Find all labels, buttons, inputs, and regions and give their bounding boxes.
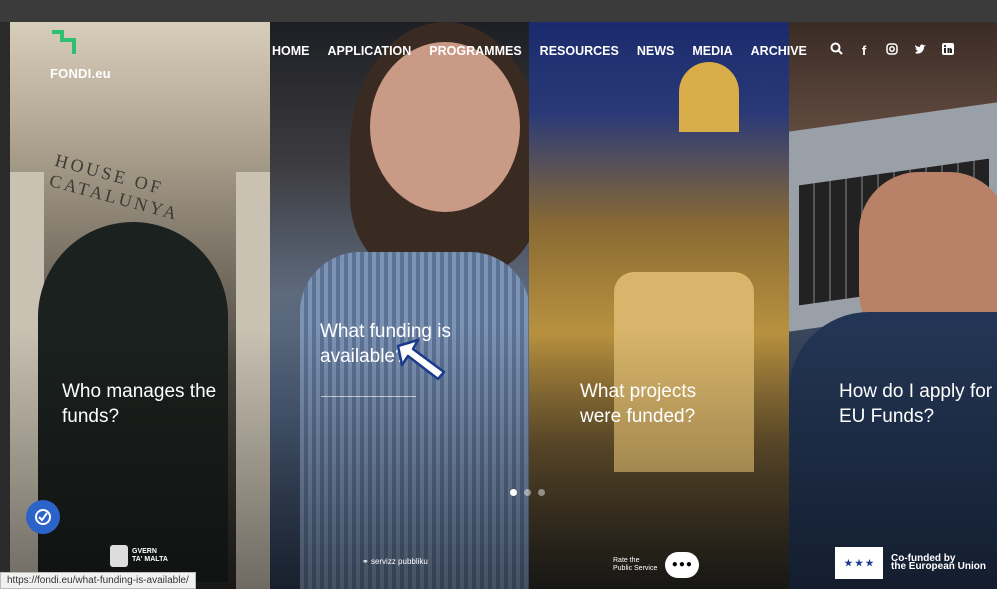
rate-dots-icon: ●●● <box>665 552 700 578</box>
church-dome <box>679 62 739 132</box>
servizz-icon: ⚭ <box>362 557 369 566</box>
nav-resources[interactable]: RESOURCES <box>540 44 619 58</box>
nav-programmes[interactable]: PROGRAMMES <box>429 44 521 58</box>
eu-flag-icon: ★ ★ ★ <box>835 547 883 579</box>
nav-home[interactable]: HOME <box>272 44 310 58</box>
mouse-cursor-icon <box>396 338 446 381</box>
caption-underline <box>321 396 416 397</box>
fondi-logo-icon <box>52 30 76 54</box>
search-icon[interactable] <box>822 42 850 58</box>
main-nav: HOME APPLICATION PROGRAMMES RESOURCES NE… <box>272 44 825 58</box>
malta-crest-icon <box>110 545 128 567</box>
panel-caption[interactable]: What projects were funded? <box>580 379 780 429</box>
slider-dot[interactable] <box>510 489 517 496</box>
browser-toolbar <box>0 0 997 22</box>
panel-how-apply[interactable]: How do I apply for EU Funds? <box>789 22 997 589</box>
linkedin-icon[interactable] <box>934 42 962 58</box>
slider-dots <box>510 489 545 496</box>
status-bar-url: https://fondi.eu/what-funding-is-availab… <box>0 572 196 589</box>
panel-caption[interactable]: How do I apply for EU Funds? <box>839 379 997 429</box>
gvern-malta-logo: GVERN TA' MALTA <box>110 545 168 567</box>
panel-caption[interactable]: Who manages the funds? <box>62 379 262 429</box>
slider-dot[interactable] <box>538 489 545 496</box>
panel-what-funding[interactable]: What funding is available? <box>270 22 529 589</box>
eu-cofunded-logo: ★ ★ ★ Co-funded by the European Union <box>835 547 986 579</box>
servizz-logo: ⚭ servizz pubbliku <box>362 557 428 566</box>
panel-what-projects[interactable]: What projects were funded? <box>529 22 789 589</box>
twitter-icon[interactable] <box>906 43 934 58</box>
site-logo[interactable]: FONDI.eu <box>50 28 111 81</box>
slider-dot[interactable] <box>524 489 531 496</box>
facebook-icon[interactable]: f <box>850 43 878 58</box>
nav-news[interactable]: NEWS <box>637 44 675 58</box>
instagram-icon[interactable] <box>878 42 906 58</box>
social-links: f <box>822 42 962 58</box>
hero-grid: HOUSE OF CATALUNYA Who manages the funds… <box>10 22 997 589</box>
accessibility-button[interactable] <box>26 500 60 534</box>
logo-text: FONDI.eu <box>50 66 111 81</box>
nav-media[interactable]: MEDIA <box>692 44 732 58</box>
woman-face <box>370 42 520 212</box>
accessibility-icon <box>35 509 51 525</box>
nav-archive[interactable]: ARCHIVE <box>751 44 807 58</box>
rate-public-service[interactable]: Rate the Public Service ●●● <box>613 552 700 578</box>
nav-application[interactable]: APPLICATION <box>328 44 412 58</box>
